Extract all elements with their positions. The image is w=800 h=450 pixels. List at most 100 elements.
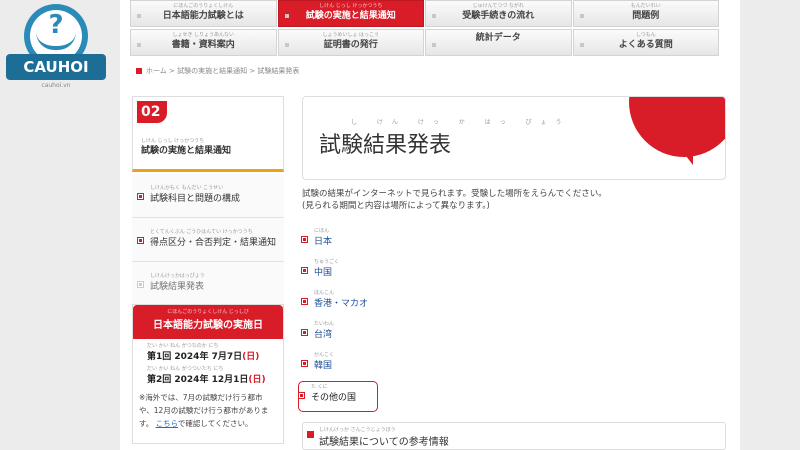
region-link-china[interactable]: ちゅうごく 中国 — [302, 257, 378, 288]
region-label[interactable]: 台湾 — [314, 327, 332, 340]
reference-title: 試験結果についての参考情報 — [319, 437, 449, 448]
nav-ruby: しつもん — [635, 32, 656, 38]
sidebar-item-ruby: しけんけっかはっぴょう — [150, 273, 205, 279]
region-link-korea[interactable]: かんこく 韓国 — [302, 350, 378, 381]
region-ruby: ほんこん — [314, 290, 335, 296]
main-title-ruby: し けん けっ か はっ ぴょう — [351, 119, 571, 126]
nav-label: 証明書の発行 — [323, 40, 378, 50]
nav-certificates[interactable]: しょうめいしょ はっこう 証明書の発行 — [277, 29, 424, 56]
region-link-hongkong-macau[interactable]: ほんこん 香港・マカオ — [302, 288, 378, 319]
exam-date-ruby: だい かい ねん がつついたち にち — [147, 366, 224, 372]
breadcrumb-text[interactable]: ホーム > 試験の実施と結果通知 > 試験結果発表 — [146, 67, 299, 75]
sidebar-item-exam-subjects[interactable]: しけんかもく もんだい こうせい 試験科目と問題の構成 — [132, 174, 284, 218]
reference-ruby: しけんけっか さんこうじょうほう — [319, 427, 396, 433]
exam-note-tail: で確認してください。 — [177, 419, 253, 428]
nav-ruby: にほんごのうりょくしけん — [173, 3, 234, 9]
nav-faq[interactable]: しつもん よくある質問 — [572, 29, 719, 56]
nav-label: 統計データ — [475, 33, 521, 43]
nav-sample-questions[interactable]: もんだいれい 問題例 — [572, 0, 719, 27]
nav-about-jlpt[interactable]: にほんごのうりょくしけん 日本語能力試験とは — [130, 0, 277, 27]
exam-date-text: 第2回 2024年 12月1日 — [147, 375, 249, 385]
exam-dates-ruby: にほんごのうりょくしけん じっしび — [167, 309, 249, 315]
bullet-icon — [302, 237, 307, 242]
region-link-taiwan[interactable]: たいわん 台湾 — [302, 319, 378, 350]
region-label[interactable]: 日本 — [314, 234, 332, 247]
reference-icon — [307, 431, 314, 438]
sidebar-header: 02 しけん じっし けっかつうち 試験の実施と結果通知 — [132, 96, 284, 172]
speech-bubble-decor — [629, 97, 725, 157]
region-ruby: かんこく — [314, 352, 335, 358]
region-link-japan[interactable]: にほん 日本 — [302, 226, 378, 257]
sidebar-item-scoring[interactable]: とくてんくぶん ごうひはんてい けっかつうち 得点区分・合否判定・結果通知 — [132, 218, 284, 262]
region-label[interactable]: その他の国 — [311, 390, 356, 403]
region-label[interactable]: 香港・マカオ — [314, 296, 368, 309]
intro-text: 試験の結果がインターネットで見られます。受験した場所をえらんでください。 (見ら… — [302, 188, 726, 212]
top-nav: にほんごのうりょくしけん 日本語能力試験とは しけん じっし けっかつうち 試験… — [130, 0, 720, 58]
region-label[interactable]: 中国 — [314, 265, 332, 278]
bullet-icon — [302, 361, 307, 366]
region-list: にほん 日本 ちゅうごく 中国 ほんこん 香港・マカオ たいわん 台湾 かんこく… — [298, 226, 378, 412]
nav-ruby: もんだいれい — [630, 3, 661, 9]
bullet-icon — [138, 194, 143, 199]
exam-note: ※海外では、7月の試験だけ行う都市や、12月の試験だけ行う都市があります。 こち… — [139, 391, 277, 430]
bullet-icon — [138, 282, 143, 287]
reference-info-section: しけんけっか さんこうじょうほう 試験結果についての参考情報 — [302, 422, 726, 450]
nav-ruby: しけん じっし けっかつうち — [319, 3, 383, 9]
region-ruby: たいわん — [314, 321, 335, 327]
page: にほんごのうりょくしけん 日本語能力試験とは しけん じっし けっかつうち 試験… — [120, 0, 740, 450]
exam-dates-box: にほんごのうりょくしけん じっしび 日本語能力試験の実施日 だい かい ねん が… — [132, 304, 284, 444]
region-ruby: た くに — [311, 384, 328, 390]
exam-date-ruby: だい かい ねん がつなのか にち — [147, 343, 219, 349]
exam-date-dow: (日) — [242, 352, 260, 362]
nav-ruby: しょうめいしょ はっこう — [322, 32, 380, 38]
sidebar-item-label: 試験科目と問題の構成 — [150, 194, 241, 204]
sidebar-item-label: 得点区分・合否判定・結果通知 — [150, 238, 277, 248]
bullet-icon — [302, 299, 307, 304]
nav-row-1: にほんごのうりょくしけん 日本語能力試験とは しけん じっし けっかつうち 試験… — [130, 0, 720, 29]
logo-badge: CAUHOI — [6, 54, 106, 80]
bullet-icon — [138, 238, 143, 243]
breadcrumb-icon — [136, 68, 142, 74]
nav-statistics[interactable]: 統計データ — [425, 29, 572, 56]
main-header: し けん けっ か はっ ぴょう 試験結果発表 — [302, 96, 726, 180]
exam-date-dow: (日) — [248, 375, 266, 385]
sidebar-item-results[interactable]: しけんけっかはっぴょう 試験結果発表 — [132, 262, 284, 306]
region-ruby: にほん — [314, 228, 330, 234]
bullet-icon — [302, 330, 307, 335]
nav-label: 問題例 — [632, 11, 660, 21]
nav-label: 書籍・資料案内 — [171, 40, 235, 50]
bullet-icon — [302, 268, 307, 273]
region-ruby: ちゅうごく — [314, 259, 340, 265]
page-title: 試験結果発表 — [319, 133, 452, 158]
logo-subtext: cauhoi.vn — [41, 82, 71, 89]
exam-note-link[interactable]: こちら — [156, 419, 178, 428]
exam-date-text: 第1回 2024年 7月7日 — [147, 352, 243, 362]
speech-bubble-tail — [679, 147, 693, 165]
nav-exam-results[interactable]: しけん じっし けっかつうち 試験の実施と結果通知 — [277, 0, 424, 27]
sidebar-item-ruby: しけんかもく もんだい こうせい — [150, 185, 224, 191]
exam-date-row: だい かい ねん がつなのか にち 第1回 2024年 7月7日(日) — [147, 343, 283, 362]
sidebar-title: 試験の実施と結果通知 — [141, 146, 232, 156]
cauhoi-logo: ? CAUHOI cauhoi.vn — [6, 4, 106, 94]
nav-label: 受験手続きの流れ — [462, 11, 535, 21]
intro-line-1: 試験の結果がインターネットで見られます。受験した場所をえらんでください。 — [302, 189, 607, 199]
section-number-badge: 02 — [137, 101, 167, 123]
exam-date-row: だい かい ねん がつついたち にち 第2回 2024年 12月1日(日) — [147, 366, 283, 385]
nav-label: 試験の実施と結果通知 — [305, 11, 396, 21]
region-label[interactable]: 韓国 — [314, 358, 332, 371]
exam-dates-header: にほんごのうりょくしけん じっしび 日本語能力試験の実施日 — [133, 305, 283, 339]
sidebar-item-label: 試験結果発表 — [150, 282, 205, 292]
region-link-other-countries[interactable]: た くに その他の国 — [298, 381, 378, 412]
nav-label: よくある質問 — [618, 40, 673, 50]
nav-books-materials[interactable]: しょせき しりょうあんない 書籍・資料案内 — [130, 29, 277, 56]
intro-line-2: (見られる期間と内容は場所によって異なります。) — [302, 201, 490, 211]
sidebar-menu: しけんかもく もんだい こうせい 試験科目と問題の構成 とくてんくぶん ごうひは… — [132, 174, 284, 306]
nav-application-flow[interactable]: じゅけんてつづ ながれ 受験手続きの流れ — [425, 0, 572, 27]
bullet-icon — [299, 393, 304, 398]
nav-ruby: しょせき しりょうあんない — [172, 32, 235, 38]
nav-label: 日本語能力試験とは — [162, 11, 244, 21]
exam-dates-title: 日本語能力試験の実施日 — [153, 320, 263, 331]
nav-ruby: じゅけんてつづ ながれ — [472, 3, 524, 9]
breadcrumb[interactable]: ホーム > 試験の実施と結果通知 > 試験結果発表 — [136, 66, 299, 76]
nav-row-2: しょせき しりょうあんない 書籍・資料案内 しょうめいしょ はっこう 証明書の発… — [130, 29, 720, 58]
